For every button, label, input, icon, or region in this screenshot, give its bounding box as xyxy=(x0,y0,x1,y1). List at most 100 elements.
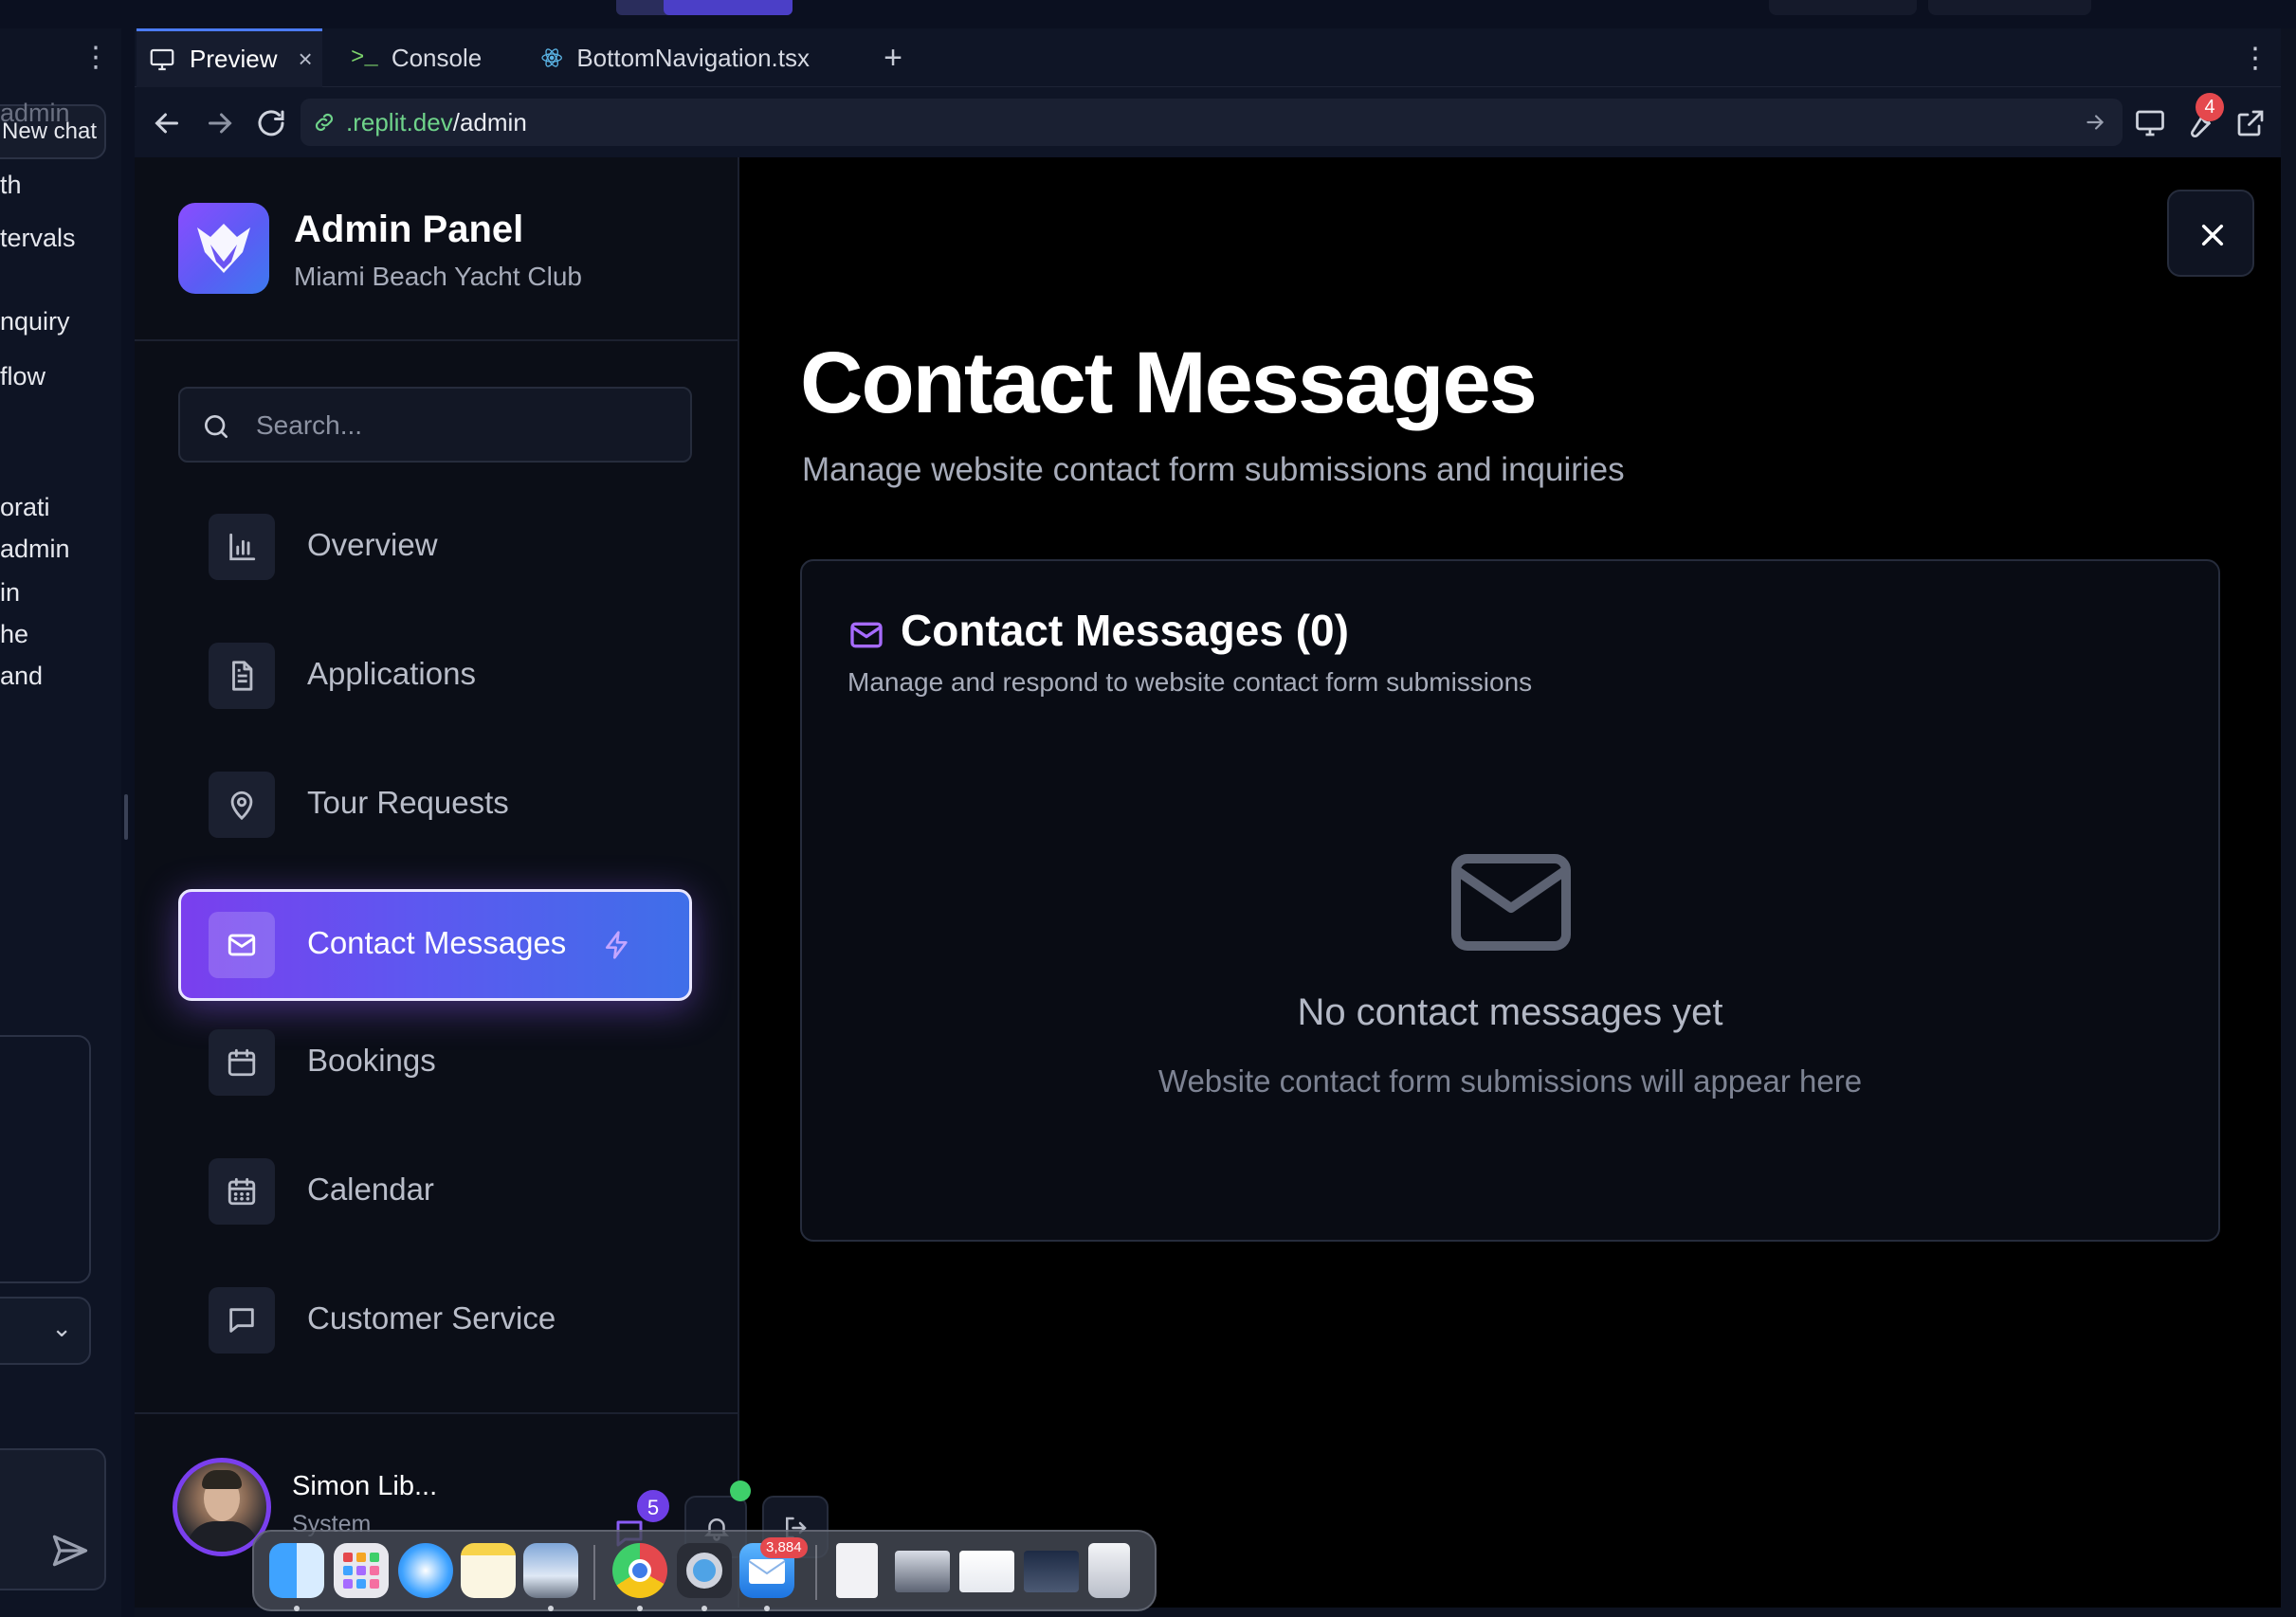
trash-icon[interactable] xyxy=(1088,1543,1130,1598)
screenshot-thumbnail[interactable] xyxy=(1024,1551,1079,1592)
messages-badge: 5 xyxy=(635,1488,671,1524)
bar-chart-icon xyxy=(229,533,256,561)
divider xyxy=(135,339,739,341)
top-pill-active[interactable] xyxy=(664,0,793,15)
search-input[interactable] xyxy=(256,402,673,449)
devtools-button[interactable]: 4 xyxy=(2182,93,2224,140)
add-tab-icon[interactable]: + xyxy=(874,28,912,87)
tab-console[interactable]: >_ Console xyxy=(336,28,506,87)
running-indicator xyxy=(294,1606,300,1611)
tab-label: BottomNavigation.tsx xyxy=(576,43,810,72)
sidebar-item-overview[interactable]: Overview xyxy=(178,491,692,603)
tab-bottom-navigation-file[interactable]: BottomNavigation.tsx xyxy=(525,28,810,87)
sidebar-item-applications[interactable]: Applications xyxy=(178,620,692,732)
page-title: Contact Messages xyxy=(800,335,1538,431)
divider xyxy=(135,1412,739,1414)
panel-resize-divider[interactable] xyxy=(121,28,135,1617)
chat-text-fragment: nquiry xyxy=(0,307,70,336)
close-button[interactable] xyxy=(2167,190,2254,277)
user-name: Simon Lib... xyxy=(292,1471,438,1501)
card-subtitle: Manage and respond to website contact fo… xyxy=(847,667,1533,697)
browser-navigation-bar: .replit.dev/admin 4 xyxy=(135,87,2281,157)
chat-text-fragment: in xyxy=(0,578,21,607)
preview-app-icon[interactable] xyxy=(523,1543,578,1598)
chat-text-fragment: orati xyxy=(0,493,50,521)
calendar-icon xyxy=(228,1048,256,1077)
top-ghost-button[interactable] xyxy=(1769,0,1917,15)
close-icon xyxy=(2201,224,2224,246)
device-preview-icon[interactable] xyxy=(2133,106,2167,140)
mail-icon xyxy=(850,622,883,648)
send-icon[interactable] xyxy=(49,1530,91,1572)
sidebar-search[interactable] xyxy=(178,387,692,463)
quicktime-icon[interactable] xyxy=(677,1543,732,1598)
reload-icon[interactable] xyxy=(254,106,288,140)
chat-text-fragment: tervals xyxy=(0,224,76,252)
nav-icon-box xyxy=(209,1029,275,1096)
brand-subtitle: Miami Beach Yacht Club xyxy=(294,262,582,291)
react-icon xyxy=(541,48,562,67)
nav-icon-box xyxy=(209,514,275,580)
tab-preview[interactable]: Preview × xyxy=(137,28,322,87)
mail-badge: 3,884 xyxy=(760,1537,808,1558)
sidebar-item-tour-requests[interactable]: Tour Requests xyxy=(178,749,692,861)
sidebar-item-label: Customer Service xyxy=(307,1300,556,1335)
running-indicator xyxy=(637,1606,643,1611)
chat-text-fragment: th xyxy=(0,171,22,199)
search-icon xyxy=(205,415,228,438)
sidebar-item-bookings[interactable]: Bookings xyxy=(178,1007,692,1118)
model-select[interactable]: ⌄ xyxy=(0,1297,91,1365)
empty-state-title: No contact messages yet xyxy=(1297,991,1723,1033)
sidebar-item-label: Overview xyxy=(307,527,438,562)
monitor-icon xyxy=(150,48,174,70)
chat-panel: ⋮ New chat admin th tervals nquiry flow … xyxy=(0,28,121,1617)
chrome-icon[interactable] xyxy=(612,1543,667,1598)
open-new-window-icon[interactable] xyxy=(2233,106,2268,140)
url-path: /admin xyxy=(452,107,527,136)
admin-sidebar: Admin Panel Miami Beach Yacht Club Overv… xyxy=(135,157,829,1608)
running-indicator xyxy=(548,1606,554,1611)
screenshot-thumbnail[interactable] xyxy=(959,1551,1014,1592)
url-bar[interactable]: .replit.dev/admin xyxy=(301,99,2123,146)
logo-mark-icon xyxy=(197,224,250,273)
back-arrow-icon[interactable] xyxy=(150,106,184,140)
top-ghost-button[interactable] xyxy=(1928,0,2091,15)
terminal-icon: >_ xyxy=(351,45,378,71)
contact-messages-card: Contact Messages (0) Manage and respond … xyxy=(800,559,2220,1242)
app-preview: Admin Panel Miami Beach Yacht Club Overv… xyxy=(135,157,2281,1608)
chrome-center xyxy=(629,1559,651,1582)
forward-arrow-icon[interactable] xyxy=(203,106,237,140)
sidebar-item-calendar[interactable]: Calendar xyxy=(178,1136,692,1247)
go-arrow-icon[interactable] xyxy=(2083,110,2107,135)
nav-icon-box xyxy=(209,912,275,978)
launchpad-icon[interactable] xyxy=(334,1543,389,1598)
workspace-tab-bar: Preview × >_ Console BottomNavigation.ts… xyxy=(135,28,2281,87)
screenshot-thumbnail[interactable] xyxy=(895,1551,950,1592)
map-pin-icon xyxy=(230,790,253,821)
quicktime-lens xyxy=(686,1553,722,1589)
chat-input-area[interactable] xyxy=(0,1035,91,1283)
chevron-down-icon: ⌄ xyxy=(51,1314,72,1342)
chat-text-fragment: flow xyxy=(0,362,46,391)
brand-title: Admin Panel xyxy=(294,209,524,250)
finder-icon[interactable] xyxy=(269,1543,324,1598)
mail-icon xyxy=(228,934,256,956)
dock-separator xyxy=(593,1545,595,1600)
resize-handle[interactable] xyxy=(124,794,128,840)
safari-icon[interactable] xyxy=(398,1543,453,1598)
sidebar-item-label: Bookings xyxy=(307,1043,436,1078)
sidebar-item-customer-service[interactable]: Customer Service xyxy=(178,1264,692,1376)
nav-icon-box xyxy=(209,1158,275,1225)
notes-icon[interactable] xyxy=(461,1543,516,1598)
sidebar-item-contact-messages[interactable]: Contact Messages xyxy=(178,889,692,1001)
sidebar-item-label: Calendar xyxy=(307,1172,434,1207)
tab-label: Console xyxy=(391,43,483,72)
chat-panel-menu-icon[interactable]: ⋮ xyxy=(82,44,110,72)
dock-separator xyxy=(815,1545,817,1600)
document-icon[interactable] xyxy=(836,1543,878,1598)
close-tab-icon[interactable]: × xyxy=(298,45,312,74)
running-indicator xyxy=(702,1606,707,1611)
tab-bar-menu-icon[interactable]: ⋮ xyxy=(2241,28,2269,87)
lightning-icon xyxy=(606,931,628,959)
sidebar-item-label: Applications xyxy=(307,656,476,691)
